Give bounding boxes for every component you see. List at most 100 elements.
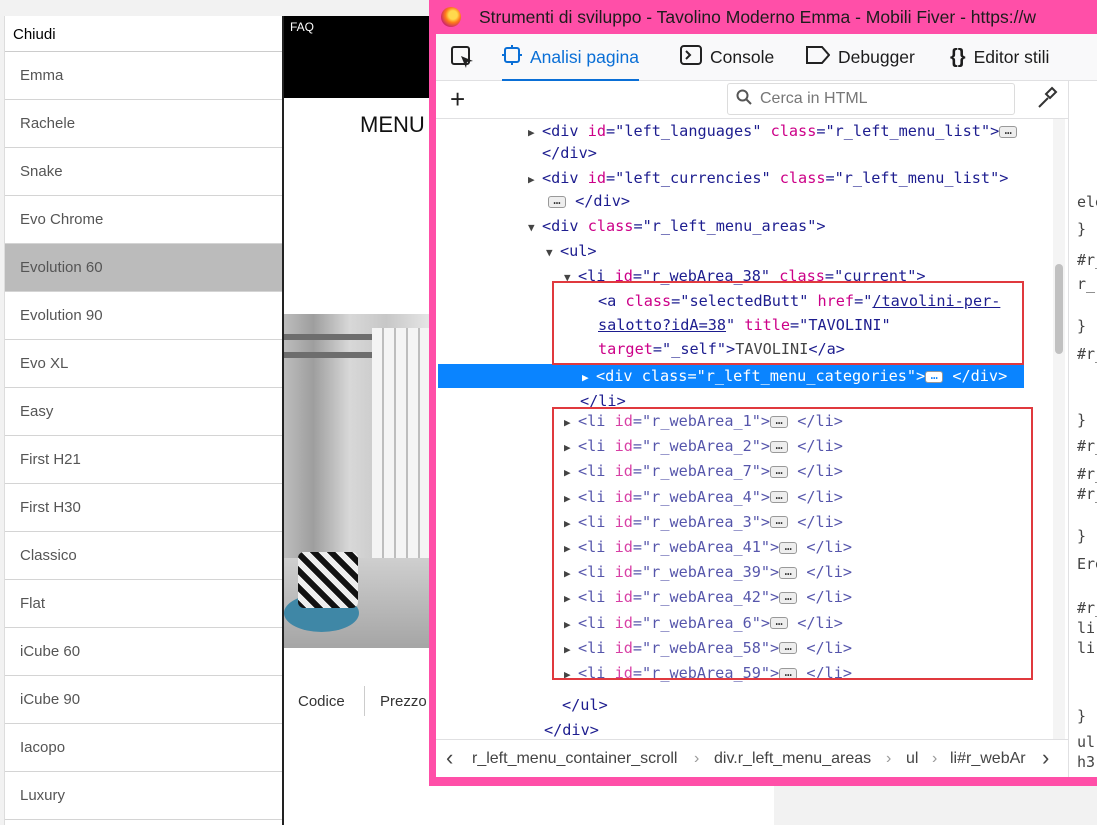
tab-style-editor-label: Editor stili: [973, 47, 1050, 67]
devtools-window: Strumenti di sviluppo - Tavolino Moderno…: [429, 0, 1097, 786]
side-menu-panel: Chiudi Emma Rachele Snake Evo Chrome Evoluti…: [4, 16, 284, 825]
ellipsis-icon[interactable]: …: [548, 194, 566, 208]
markup-line[interactable]: ▶ <div id="left_currencies" class="r_left…: [528, 166, 1008, 190]
rule-snippet: Ere: [1077, 555, 1097, 573]
markup-line[interactable]: … </div>: [548, 189, 630, 213]
rule-snippet: }: [1077, 220, 1087, 238]
window-title: Strumenti di sviluppo - Tavolino Moderno…: [479, 7, 1036, 27]
rule-snippet: h3: [1077, 753, 1096, 771]
markup-view[interactable]: ▶ <div id="left_languages" class="r_left_…: [436, 119, 1068, 739]
chevron-right-icon: ›: [886, 750, 892, 767]
menu-item[interactable]: Luxury: [5, 772, 282, 820]
menu-item[interactable]: Evolution 60: [5, 244, 282, 292]
debugger-icon: [806, 46, 831, 69]
tab-inspector-label: Analisi pagina: [530, 47, 639, 67]
highlight-box: [552, 407, 1033, 680]
collapse-arrow-icon[interactable]: ▼: [528, 216, 542, 240]
markup-line[interactable]: </div>: [544, 718, 599, 739]
rule-snippet: #r_: [1077, 599, 1097, 617]
eyedropper-button[interactable]: [1036, 86, 1058, 116]
breadcrumb-item[interactable]: div.r_left_menu_areas: [714, 750, 871, 768]
tab-price[interactable]: Prezzo: [380, 693, 427, 710]
menu-item[interactable]: Classico: [5, 532, 282, 580]
page-background: [774, 786, 1097, 825]
markup-line[interactable]: ▶ <div id="left_languages" class="r_left_…: [528, 119, 1018, 145]
menu-item[interactable]: Iacopo: [5, 724, 282, 772]
menu-item[interactable]: Evolution 90: [5, 292, 282, 340]
tab-code[interactable]: Codice: [298, 693, 345, 710]
menu-item[interactable]: Evo Chrome: [5, 196, 282, 244]
tab-console[interactable]: Console: [680, 34, 774, 81]
chevron-left-icon[interactable]: ‹: [446, 745, 453, 771]
search-html-input[interactable]: Cerca in HTML: [727, 83, 1015, 115]
product-photo: [284, 314, 430, 648]
chevron-right-icon: ›: [932, 750, 938, 767]
braces-icon: {}: [950, 46, 966, 68]
rule-snippet: }: [1077, 317, 1087, 335]
tab-debugger-label: Debugger: [838, 47, 915, 67]
rule-snippet: }: [1077, 411, 1087, 429]
tab-console-label: Console: [710, 47, 775, 67]
tab-separator: [364, 686, 365, 716]
rule-snippet: #r_: [1077, 251, 1097, 269]
tab-inspector[interactable]: Analisi pagina: [502, 34, 639, 82]
menu-item[interactable]: Easy: [5, 388, 282, 436]
breadcrumb-item[interactable]: ul: [906, 750, 918, 768]
menu-item[interactable]: Rachele: [5, 100, 282, 148]
tab-style-editor[interactable]: {} Editor stili: [950, 34, 1049, 81]
element-picker-icon: [451, 45, 473, 68]
breadcrumb-item[interactable]: r_left_menu_container_scroll: [472, 750, 677, 768]
menu-item[interactable]: First H30: [5, 484, 282, 532]
markup-line-selected[interactable]: ▶ <div class="r_left_menu_categories">… <…: [438, 364, 1024, 388]
rule-snippet: #r_: [1077, 485, 1097, 503]
menu-item[interactable]: Flat: [5, 580, 282, 628]
close-menu-button[interactable]: Chiudi: [5, 16, 282, 52]
eyedropper-icon: [1038, 86, 1058, 108]
inspector-toolbar: + Cerca in HTML: [436, 81, 1068, 119]
breadcrumb-item[interactable]: li#r_webAr: [950, 750, 1032, 768]
chevron-right-icon[interactable]: ›: [1042, 745, 1049, 771]
markup-line[interactable]: ▼ <ul>: [546, 239, 597, 263]
rule-snippet: #r_: [1077, 465, 1097, 483]
product-tabs: Codice Prezzo: [284, 686, 430, 716]
menu-item[interactable]: iCube 90: [5, 676, 282, 724]
menu-item[interactable]: Snake: [5, 148, 282, 196]
rule-snippet: li: [1077, 639, 1096, 657]
highlight-box: [552, 281, 1024, 365]
window-grid: [372, 328, 430, 558]
devtools-toolbar: Analisi pagina Console Debugger {} Edito…: [436, 34, 1097, 82]
faq-link[interactable]: FAQ: [290, 20, 314, 34]
menu-item[interactable]: iCube 60: [5, 628, 282, 676]
expand-arrow-icon[interactable]: ▶: [582, 366, 596, 390]
menu-item-list: Emma Rachele Snake Evo Chrome Evolution 60 Ev…: [5, 52, 282, 820]
chevron-right-icon: ›: [694, 750, 700, 767]
breadcrumb: ‹ r_left_menu_container_scroll › div.r_l…: [436, 739, 1068, 777]
menu-item[interactable]: Emma: [5, 52, 282, 100]
add-node-button[interactable]: +: [450, 84, 465, 114]
expand-arrow-icon[interactable]: ▶: [528, 121, 542, 145]
markup-line[interactable]: </div>: [542, 141, 597, 165]
rule-snippet: #r_: [1077, 345, 1097, 363]
console-icon: [680, 45, 702, 70]
scroll-thumb[interactable]: [1055, 264, 1063, 354]
collapse-arrow-icon[interactable]: ▼: [546, 241, 560, 265]
ellipsis-icon[interactable]: …: [925, 369, 944, 383]
armchair: [298, 552, 358, 608]
tab-debugger[interactable]: Debugger: [806, 34, 915, 81]
ellipsis-icon[interactable]: …: [999, 124, 1018, 138]
site-menu-label[interactable]: MENU: [360, 112, 425, 138]
rule-snippet: }: [1077, 527, 1087, 545]
rule-snippet: r_: [1077, 275, 1096, 293]
site-top-bar: FAQ: [284, 16, 430, 98]
markup-line[interactable]: ▼ <div class="r_left_menu_areas">: [528, 214, 825, 238]
element-picker-button[interactable]: [450, 34, 476, 81]
menu-item[interactable]: Evo XL: [5, 340, 282, 388]
devtools-content: Analisi pagina Console Debugger {} Edito…: [436, 34, 1097, 777]
rule-snippet: }: [1077, 707, 1087, 725]
rule-snippet: #r_: [1077, 437, 1097, 455]
menu-item[interactable]: First H21: [5, 436, 282, 484]
markup-scrollbar[interactable]: [1053, 119, 1065, 739]
expand-arrow-icon[interactable]: ▶: [528, 168, 542, 192]
rule-snippet: ul: [1077, 733, 1096, 751]
markup-line[interactable]: </ul>: [562, 693, 608, 717]
